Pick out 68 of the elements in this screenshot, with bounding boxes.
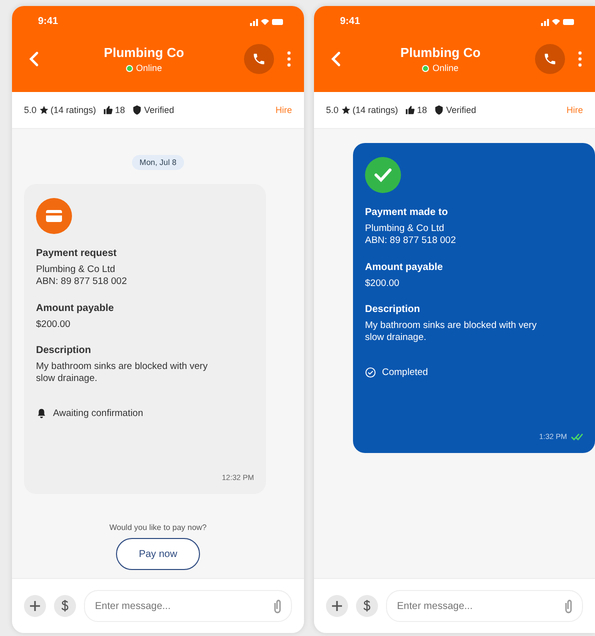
online-dot-icon (126, 64, 133, 72)
card-payment-icon (36, 198, 72, 234)
thumbs-up-icon (103, 105, 114, 115)
rating-value: 5.0 (24, 105, 37, 115)
attachment-icon[interactable] (564, 599, 573, 614)
pay-prompt: Would you like to pay now? (109, 523, 207, 532)
status-icons-icon (541, 16, 575, 26)
double-check-icon (571, 432, 583, 440)
description-text: My bathroom sinks are blocked with very slow drainage. (36, 361, 209, 386)
dollar-button[interactable] (54, 595, 76, 617)
status-time: 9:41 (340, 16, 360, 26)
verified-label: Verified (144, 105, 174, 115)
phone-icon[interactable] (252, 52, 266, 66)
status-icons-icon (250, 16, 284, 26)
bell-icon (36, 408, 47, 419)
payee-name: Plumbing & Co Ltd (36, 264, 116, 276)
back-icon[interactable] (331, 51, 341, 67)
pay-now-button[interactable]: Pay now (116, 538, 200, 570)
call-button[interactable] (244, 44, 274, 74)
back-icon[interactable] (29, 51, 39, 67)
likes-count: 18 (115, 105, 126, 115)
payee-name: Plumbing & Co Ltd (365, 223, 446, 236)
rating-value: 5.0 (326, 105, 339, 115)
check-circle-icon (365, 366, 376, 378)
hire-link[interactable]: Hire (566, 105, 583, 115)
status-time: 9:41 (38, 16, 58, 26)
likes-count: 18 (417, 105, 428, 115)
message-input[interactable]: Enter message... (386, 590, 583, 622)
shield-icon (434, 105, 444, 115)
verified-label: Verified (446, 105, 476, 115)
date-chip: Mon, Jul 8 (132, 155, 184, 170)
star-icon (340, 105, 351, 115)
thumbs-up-icon (405, 105, 416, 115)
hire-link[interactable]: Hire (275, 105, 292, 115)
plus-icon[interactable] (30, 601, 40, 611)
dollar-button[interactable] (356, 595, 378, 617)
dollar-icon[interactable] (61, 600, 69, 612)
amount-value: $200.00 (36, 318, 72, 332)
contact-name: Plumbing Co (400, 45, 481, 60)
ratings-count: (14 ratings) (50, 105, 96, 115)
amount-label: Amount payable (36, 302, 115, 314)
card-title: Payment request (36, 248, 118, 259)
dollar-icon[interactable] (363, 600, 371, 612)
description-text: My bathroom sinks are blocked with very slow drainage. (365, 320, 538, 345)
add-button[interactable] (24, 595, 46, 617)
contact-name: Plumbing Co (104, 45, 184, 60)
amount-label: Amount payable (365, 262, 444, 273)
star-icon (38, 105, 49, 115)
check-icon (365, 157, 401, 193)
online-status: Online (136, 63, 162, 73)
online-status: Online (432, 63, 458, 73)
abn-number: ABN: 89 877 518 002 (365, 235, 457, 248)
description-label: Description (365, 304, 422, 316)
description-label: Description (36, 345, 92, 356)
payment-status: Completed (382, 366, 428, 378)
amount-value: $200.00 (365, 278, 400, 290)
call-button[interactable] (535, 44, 565, 74)
attachment-icon[interactable] (273, 599, 282, 614)
ratings-count: (14 ratings) (352, 105, 398, 115)
payment-status: Awaiting confirmation (53, 408, 144, 419)
online-dot-icon (422, 64, 430, 72)
message-input[interactable]: Enter message... (84, 590, 292, 622)
abn-number: ABN: 89 877 518 002 (36, 276, 128, 289)
shield-icon (132, 105, 142, 115)
phone-icon[interactable] (543, 52, 557, 66)
card-title: Payment made to (365, 207, 449, 218)
add-button[interactable] (326, 595, 348, 617)
plus-icon[interactable] (332, 601, 342, 611)
